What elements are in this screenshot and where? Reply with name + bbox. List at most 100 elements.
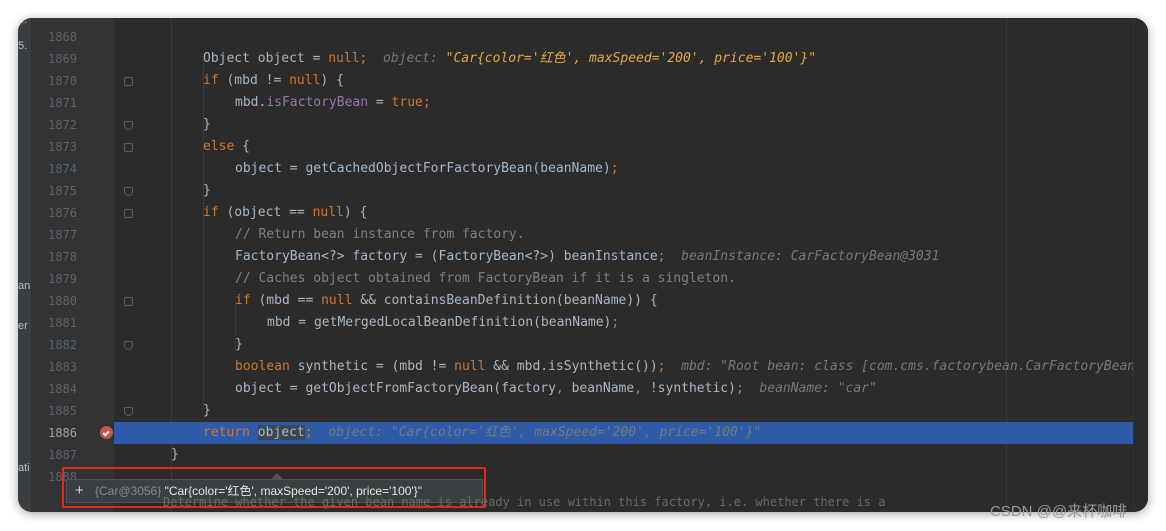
- line-number[interactable]: 1870: [31, 70, 77, 92]
- side-panel-fragment: 5.: [18, 40, 28, 52]
- code-token: synthetic = (mbd !=: [289, 359, 455, 374]
- code-token: mbd = getMergedLocalBeanDefinition(beanN…: [267, 315, 612, 330]
- code-token: ;: [657, 359, 682, 374]
- inline-debug-value: object: "Car{color='红色', maxSpeed='200',…: [328, 425, 762, 440]
- line-number[interactable]: 1887: [31, 444, 77, 466]
- side-panel-fragment: 4.: [18, 18, 28, 26]
- code-token: null: [328, 51, 360, 66]
- code-line: }: [114, 400, 1148, 422]
- code-token: null: [321, 293, 353, 308]
- line-number[interactable]: 1876: [31, 202, 77, 224]
- code-token: && mbd.isSynthetic()): [485, 359, 658, 374]
- code-editor[interactable]: Object object = null; object: "Car{color…: [114, 18, 1148, 512]
- code-line: // Return bean instance from factory.: [114, 224, 1148, 246]
- code-token: ;: [610, 161, 619, 176]
- code-line: }: [114, 180, 1148, 202]
- inline-debug-value: beanName: "car": [759, 381, 877, 396]
- line-number[interactable]: 1881: [31, 312, 77, 334]
- code-token: (mbd ==: [250, 293, 322, 308]
- code-token: =: [368, 95, 392, 110]
- code-token: ;: [657, 249, 682, 264]
- code-token: }: [235, 337, 243, 352]
- breakpoint-icon[interactable]: [100, 426, 113, 439]
- code-token: // Caches object obtained from FactoryBe…: [235, 271, 736, 286]
- code-line: FactoryBean<?> factory = (FactoryBean<?>…: [114, 246, 1148, 268]
- code-token: FactoryBean<?> factory = (FactoryBean<?>…: [235, 249, 658, 264]
- side-panel-fragment: ati: [18, 462, 30, 474]
- line-number[interactable]: 1882: [31, 334, 77, 356]
- inline-debug-value: mbd: "Root bean: class [com.cms.factoryb…: [681, 359, 1143, 374]
- line-number[interactable]: 1873: [31, 136, 77, 158]
- code-token: && containsBeanDefinition(beanName)) {: [352, 293, 658, 308]
- line-number[interactable]: 1878: [31, 246, 77, 268]
- line-number[interactable]: 1884: [31, 378, 77, 400]
- code-token: null: [312, 205, 344, 220]
- inline-debug-value: beanInstance: CarFactoryBean@3031: [681, 249, 940, 264]
- code-token: ,: [634, 381, 650, 396]
- inline-debug-value: "Car{color='红色', maxSpeed='200', price='…: [445, 51, 817, 66]
- line-number[interactable]: 1869: [31, 48, 77, 70]
- line-number[interactable]: 1879: [31, 268, 77, 290]
- editor-scrollbar[interactable]: [1133, 18, 1148, 512]
- line-number[interactable]: 1880: [31, 290, 77, 312]
- ide-editor-window: 4. 5. an er ati 1868 1869 1870 1871 1872 1873 1874…: [18, 18, 1148, 512]
- code-token: mbd.: [235, 95, 267, 110]
- code-line: Object object = null; object: "Car{color…: [114, 48, 1148, 70]
- code-token: null: [289, 73, 321, 88]
- code-token: }: [203, 403, 211, 418]
- line-number[interactable]: 1875: [31, 180, 77, 202]
- inline-debug-value: object:: [383, 51, 446, 66]
- code-token: ;: [735, 381, 760, 396]
- code-line: boolean synthetic = (mbd != null && mbd.…: [114, 356, 1148, 378]
- code-token: ) {: [320, 73, 344, 88]
- code-token: ;: [422, 95, 431, 110]
- code-token: ;: [359, 51, 384, 66]
- code-token: else: [203, 139, 235, 154]
- line-number-gutter[interactable]: 1868 1869 1870 1871 1872 1873 1874 1875 1876 1877…: [31, 18, 133, 512]
- javadoc-comment: Determine whether the given bean name is…: [163, 495, 886, 509]
- code-token: !synthetic): [649, 381, 736, 396]
- code-line: if (object == null) {: [114, 202, 1148, 224]
- code-line: object = getCachedObjectForFactoryBean(b…: [114, 158, 1148, 180]
- csdn-watermark: CSDN @@来杯咖啡: [990, 503, 1128, 520]
- code-line: }: [114, 114, 1148, 136]
- code-token: Object object =: [203, 51, 329, 66]
- code-token: }: [203, 117, 211, 132]
- code-token: object = getCachedObjectForFactoryBean(b…: [235, 161, 611, 176]
- line-number[interactable]: 1885: [31, 400, 77, 422]
- code-token: ;: [611, 315, 620, 330]
- code-token: ) {: [343, 205, 368, 220]
- line-number[interactable]: 1877: [31, 224, 77, 246]
- code-line: }: [114, 334, 1148, 356]
- code-token: }: [203, 183, 211, 198]
- code-token: ,: [555, 381, 572, 396]
- code-token: ;: [304, 425, 313, 440]
- code-line: mbd.isFactoryBean = true;: [114, 92, 1148, 114]
- code-token: object = getObjectFromFactoryBean(factor…: [235, 381, 556, 396]
- code-line: else {: [114, 136, 1148, 158]
- code-line: if (mbd == null && containsBeanDefinitio…: [114, 290, 1148, 312]
- code-token: beanName: [571, 381, 635, 396]
- code-token: // Return bean instance from factory.: [235, 227, 525, 242]
- line-number[interactable]: 1883: [31, 356, 77, 378]
- code-token: (object ==: [218, 205, 313, 220]
- line-number[interactable]: 1886: [31, 422, 77, 444]
- code-line: mbd = getMergedLocalBeanDefinition(beanN…: [114, 312, 1148, 334]
- code-token: object: [257, 425, 305, 440]
- code-token: (mbd !=: [218, 73, 290, 88]
- execution-line: return object; object: "Car{color='红色', …: [114, 422, 1148, 444]
- code-token: boolean: [235, 359, 290, 374]
- code-token: if: [203, 73, 219, 88]
- line-number[interactable]: 1874: [31, 158, 77, 180]
- code-token: null: [454, 359, 486, 374]
- code-token: return: [203, 425, 250, 440]
- code-token: true: [391, 95, 423, 110]
- line-number[interactable]: 1868: [31, 26, 77, 48]
- code-token: if: [235, 293, 251, 308]
- side-panel-fragment: er: [18, 320, 28, 332]
- line-number[interactable]: 1871: [31, 92, 77, 114]
- line-number[interactable]: 1872: [31, 114, 77, 136]
